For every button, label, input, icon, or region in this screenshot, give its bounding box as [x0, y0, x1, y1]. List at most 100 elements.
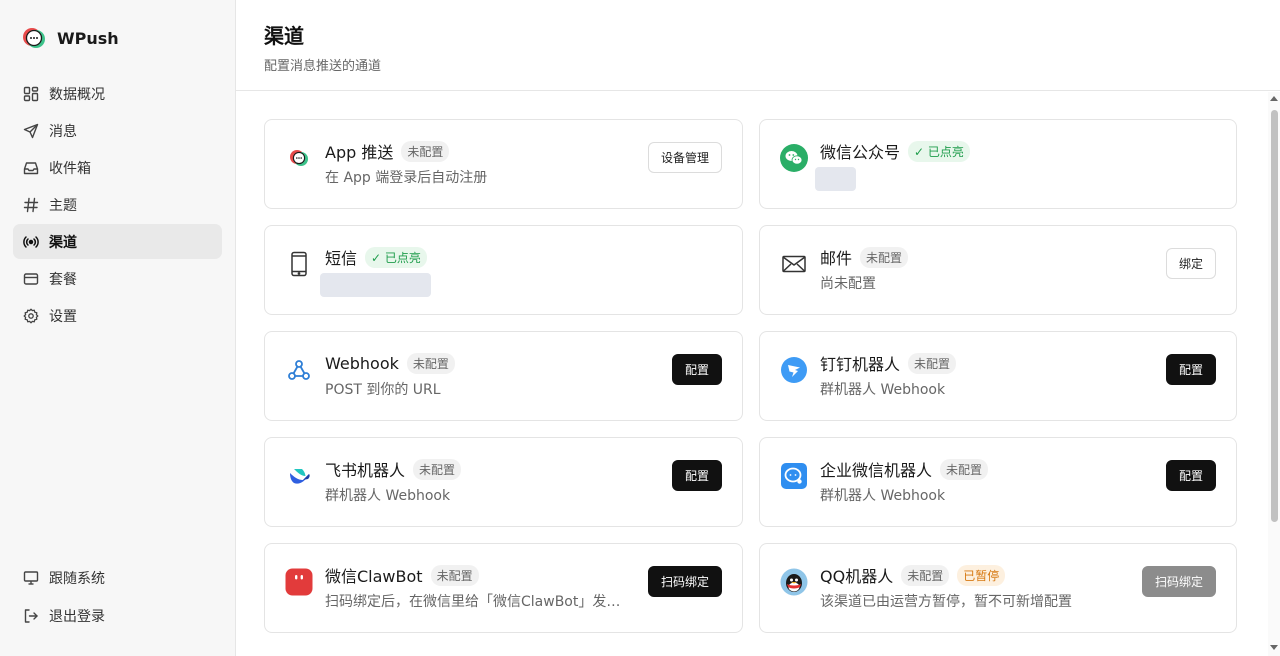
clawbot-icon: [285, 568, 313, 596]
channel-card-webhook: Webhook 未配置 POST 到你的 URL 配置: [264, 331, 743, 421]
configure-button[interactable]: 配置: [1165, 460, 1216, 491]
gear-icon: [23, 308, 39, 324]
sidebar-bottom: 跟随系统 退出登录: [13, 560, 222, 636]
inbox-icon: [23, 160, 39, 176]
channel-title: Webhook: [325, 353, 399, 373]
brand-name: WPush: [57, 28, 119, 48]
sidebar-item-label: 数据概况: [49, 86, 105, 103]
channel-title: 钉钉机器人: [820, 355, 901, 374]
channel-value-placeholder: [815, 167, 856, 191]
paused-badge: 已暂停: [957, 564, 1006, 586]
channel-card-wechat-mp: 微信公众号 ✓ 已点亮: [759, 119, 1237, 209]
status-badge: 未配置: [413, 458, 462, 480]
card-icon: [23, 271, 39, 287]
hash-icon: [23, 197, 39, 213]
channel-desc: 群机器人 Webhook: [325, 488, 451, 504]
channel-desc: 扫码绑定后，在微信里给「微信ClawBot」发送任意消息即可完成绑定: [325, 594, 621, 610]
phone-icon: [285, 250, 313, 278]
channel-grid: App 推送 未配置 在 App 端登录后自动注册 设备管理 微信公众号 ✓ 已…: [264, 119, 1237, 633]
channel-card-wecom: 企业微信机器人 未配置 群机器人 Webhook 配置: [759, 437, 1237, 527]
webhook-icon: [285, 356, 313, 384]
channel-card-clawbot: 微信ClawBot 未配置 扫码绑定后，在微信里给「微信ClawBot」发送任意…: [264, 543, 743, 633]
configure-button[interactable]: 配置: [671, 354, 722, 385]
sidebar-item-inbox[interactable]: 收件箱: [13, 150, 222, 185]
sidebar-item-messages[interactable]: 消息: [13, 113, 222, 148]
configure-button[interactable]: 配置: [671, 460, 722, 491]
channel-desc: 群机器人 Webhook: [820, 488, 946, 504]
sidebar: WPush 数据概况 消息 收件箱 主题 渠道 套餐 设置 跟随系统 退出登录: [0, 0, 236, 656]
sidebar-item-label: 渠道: [49, 234, 77, 251]
channel-card-feishu: 飞书机器人 未配置 群机器人 Webhook 配置: [264, 437, 743, 527]
scroll-down-arrow-icon[interactable]: [1270, 645, 1278, 650]
channel-title: 微信公众号: [820, 143, 901, 162]
logout-icon: [23, 608, 39, 624]
bind-button[interactable]: 绑定: [1165, 248, 1216, 279]
scan-bind-button[interactable]: 扫码绑定: [647, 566, 722, 597]
status-badge: 未配置: [860, 246, 909, 268]
sidebar-item-plans[interactable]: 套餐: [13, 261, 222, 296]
qq-icon: [780, 568, 808, 596]
sidebar-item-label: 收件箱: [49, 160, 91, 177]
channel-desc: 尚未配置: [820, 276, 876, 292]
channel-card-mail: 邮件 未配置 尚未配置 绑定: [759, 225, 1237, 315]
mail-icon: [780, 250, 808, 278]
channel-card-sms: 短信 ✓ 已点亮: [264, 225, 743, 315]
channel-title: 微信ClawBot: [325, 567, 423, 586]
dashboard-icon: [23, 86, 39, 102]
send-icon: [23, 123, 39, 139]
channel-title: 飞书机器人: [325, 461, 406, 480]
theme-toggle[interactable]: 跟随系统: [13, 560, 222, 596]
status-badge-label: 已点亮: [384, 250, 421, 265]
broadcast-icon: [23, 234, 39, 250]
brand[interactable]: WPush: [13, 0, 222, 76]
device-manage-button[interactable]: 设备管理: [647, 142, 722, 173]
sidebar-item-label: 消息: [49, 123, 77, 140]
sidebar-item-settings[interactable]: 设置: [13, 298, 222, 333]
page-title: 渠道: [264, 24, 304, 48]
channel-title: QQ机器人: [820, 567, 894, 586]
sidebar-item-topics[interactable]: 主题: [13, 187, 222, 222]
page-header: 渠道 配置消息推送的通道: [236, 0, 1280, 91]
channel-card-app-push: App 推送 未配置 在 App 端登录后自动注册 设备管理: [264, 119, 743, 209]
channel-title: App 推送: [325, 143, 394, 162]
sidebar-item-label: 跟随系统: [49, 571, 105, 587]
status-badge: 未配置: [401, 140, 450, 162]
status-badge: ✓ 已点亮: [365, 246, 427, 268]
configure-button[interactable]: 配置: [1165, 354, 1216, 385]
main-panel: 渠道 配置消息推送的通道 App 推送 未配置 在 App 端登录后自动注册 设…: [236, 0, 1280, 656]
sidebar-item-channels[interactable]: 渠道: [13, 224, 222, 259]
vertical-scrollbar[interactable]: [1268, 92, 1280, 656]
logout-button[interactable]: 退出登录: [13, 598, 222, 634]
status-badge: 未配置: [908, 352, 957, 374]
sidebar-item-label: 设置: [49, 308, 77, 325]
scroll-up-arrow-icon[interactable]: [1270, 96, 1278, 101]
sidebar-item-label: 套餐: [49, 271, 77, 288]
sidebar-item-dashboard[interactable]: 数据概况: [13, 76, 222, 111]
status-badge: ✓ 已点亮: [908, 140, 970, 162]
scrollbar-thumb[interactable]: [1271, 110, 1278, 522]
status-badge: 未配置: [940, 458, 989, 480]
page-subtitle: 配置消息推送的通道: [264, 59, 382, 74]
sidebar-item-label: 主题: [49, 197, 77, 214]
channel-desc: 群机器人 Webhook: [820, 382, 946, 398]
feishu-icon: [285, 462, 313, 490]
wpush-logo-icon: [21, 25, 47, 51]
wecom-icon: [780, 462, 808, 490]
status-badge: 未配置: [430, 564, 479, 586]
status-badge-label: 已点亮: [927, 144, 964, 159]
status-badge: 未配置: [901, 564, 950, 586]
app-push-icon: [285, 144, 313, 172]
sidebar-nav: 数据概况 消息 收件箱 主题 渠道 套餐 设置: [13, 76, 222, 335]
channel-desc: POST 到你的 URL: [325, 382, 441, 398]
scan-bind-button-disabled[interactable]: 扫码绑定: [1141, 566, 1216, 597]
dingtalk-icon: [780, 356, 808, 384]
sidebar-item-label: 退出登录: [49, 609, 105, 625]
channel-title: 短信: [325, 249, 358, 268]
channel-card-qq: QQ机器人 未配置 已暂停 该渠道已由运营方暂停，暂不可新增配置 扫码绑定: [759, 543, 1237, 633]
channel-value-placeholder: [320, 273, 431, 297]
channel-title: 企业微信机器人: [820, 461, 933, 480]
wechat-icon: [780, 144, 808, 172]
monitor-icon: [23, 570, 39, 586]
channel-card-dingtalk: 钉钉机器人 未配置 群机器人 Webhook 配置: [759, 331, 1237, 421]
channel-list: App 推送 未配置 在 App 端登录后自动注册 设备管理 微信公众号 ✓ 已…: [236, 91, 1280, 656]
